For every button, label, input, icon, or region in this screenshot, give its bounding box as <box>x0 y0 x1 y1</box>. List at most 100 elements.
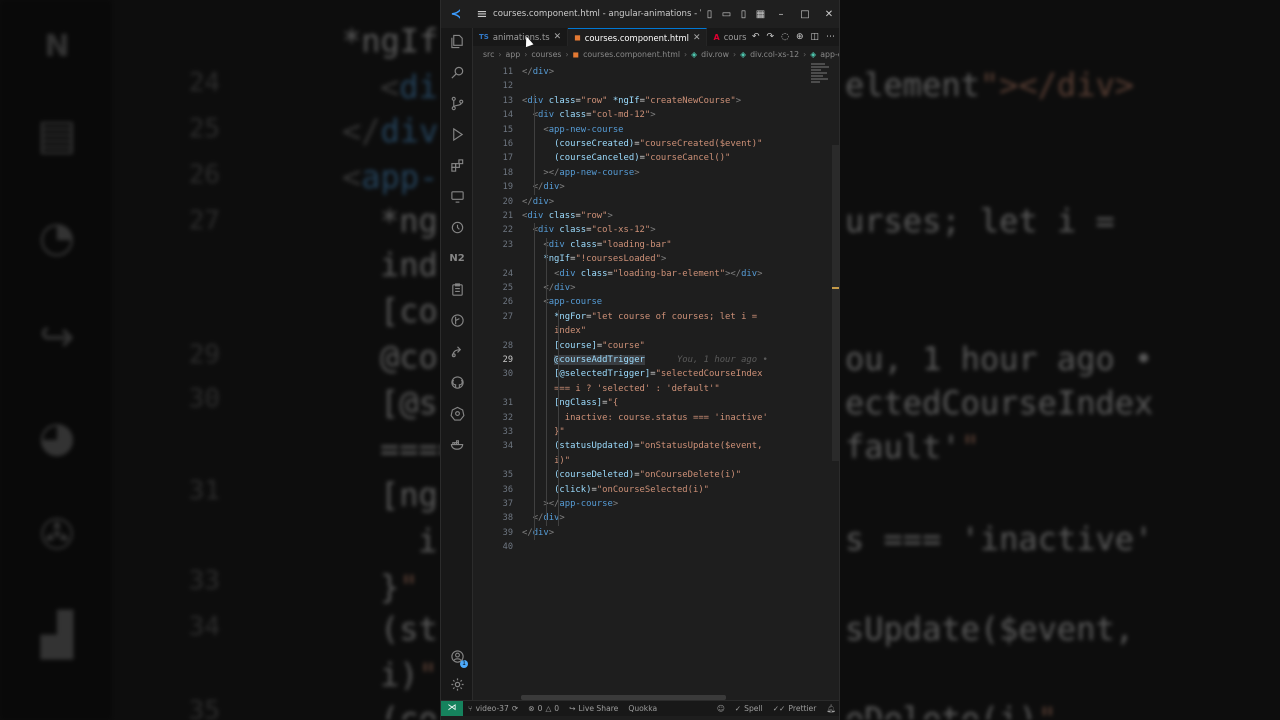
line-number <box>473 324 513 338</box>
spell-status[interactable]: ✓ Spell <box>730 704 768 713</box>
code-line[interactable]: <div class="col-xs-12"> <box>522 223 656 237</box>
live-share-status[interactable]: ↪ Live Share <box>564 704 623 713</box>
code-line[interactable]: ></app-new-course> <box>522 166 639 180</box>
element-icon: ◈ <box>691 49 698 59</box>
bg-code-fragment: fault'" <box>845 428 980 466</box>
breadcrumb-item[interactable]: app-co <box>820 50 839 59</box>
bg-code-fragment: element"></div> <box>845 66 1134 104</box>
close-tab-icon[interactable]: ✕ <box>554 32 562 42</box>
bg-kubernetes-icon: ✇ <box>39 510 75 559</box>
code-editor[interactable]: 11 </div> 12 13 <div class="row" *ngIf="crea… <box>473 62 839 692</box>
code-line[interactable]: (courseCreated)="courseCreated($event)" <box>522 137 762 151</box>
timeline-icon[interactable] <box>445 216 469 240</box>
bg-code-fragment: (st <box>380 610 438 648</box>
html-icon: ◼ <box>574 33 581 42</box>
code-line[interactable]: index" <box>522 324 586 338</box>
code-line[interactable]: (click)="onCourseSelected(i)" <box>522 483 709 497</box>
remote-indicator-icon[interactable]: ⋊ <box>441 701 463 716</box>
toggle-sidebar-icon[interactable]: ▯ <box>701 9 718 20</box>
code-line[interactable]: [course]="course" <box>522 339 645 353</box>
tab-courses-component-ts[interactable]: A cours <box>707 28 748 46</box>
bg-code-fragment: [co <box>380 292 438 330</box>
customize-layout-icon[interactable]: ▦ <box>752 9 769 20</box>
source-control-icon[interactable] <box>445 92 469 116</box>
tab-animations-ts[interactable]: TS animations.ts ✕ <box>473 28 569 46</box>
minimap[interactable] <box>811 62 831 92</box>
bell-icon: 🔔︎ <box>826 704 836 713</box>
vscode-window: ≺ ≡ courses.component.html - angular-ani… <box>440 0 840 720</box>
code-line[interactable]: <div class="col-md-12"> <box>522 108 656 122</box>
go-forward-icon[interactable]: ↷ <box>767 32 775 42</box>
breadcrumb-item[interactable]: div.col-xs-12 <box>750 50 799 59</box>
code-line[interactable]: </div> <box>522 180 565 194</box>
close-window-button[interactable]: ✕ <box>817 9 839 20</box>
nx-console-icon[interactable]: N2 <box>445 247 469 271</box>
line-number: 27 <box>502 311 513 322</box>
menu-hamburger-icon[interactable]: ≡ <box>471 7 493 22</box>
clipboard-icon[interactable] <box>445 278 469 302</box>
live-share-icon[interactable] <box>445 340 469 364</box>
error-icon: ⊗ <box>528 704 535 713</box>
open-changes-icon[interactable]: ◌ <box>781 32 789 42</box>
code-line[interactable]: </div> <box>522 195 554 209</box>
breadcrumb-item[interactable]: div.row <box>701 50 729 59</box>
search-icon[interactable] <box>445 61 469 85</box>
accounts-icon[interactable]: 1 <box>445 645 469 669</box>
notifications-status[interactable]: 🔔︎ <box>821 704 839 713</box>
code-line[interactable]: ></app-course> <box>522 497 618 511</box>
code-line[interactable]: (courseCanceled)="courseCancel()" <box>522 151 730 165</box>
spell-label: Spell <box>744 704 763 713</box>
bg-code-fragment: (co <box>380 700 438 720</box>
indent-guide <box>558 309 559 526</box>
go-back-icon[interactable]: ↶ <box>752 32 760 42</box>
git-graph-icon[interactable] <box>445 309 469 333</box>
minimize-button[interactable]: – <box>769 9 793 20</box>
explorer-icon[interactable] <box>445 30 469 54</box>
problems-status[interactable]: ⊗ 0 △ 0 <box>523 704 564 713</box>
breadcrumb-item[interactable]: courses <box>531 50 561 59</box>
code-line[interactable]: </div> <box>522 526 554 540</box>
quokka-status[interactable]: Quokka <box>623 704 662 713</box>
line-number <box>473 252 513 266</box>
code-line[interactable]: <div class="row"> <box>522 209 613 223</box>
code-line[interactable]: <app-new-course <box>522 123 623 137</box>
split-editor-icon[interactable]: ◫ <box>810 32 819 42</box>
remote-explorer-icon[interactable] <box>445 185 469 209</box>
run-debug-icon[interactable] <box>445 123 469 147</box>
extensions-icon[interactable] <box>445 154 469 178</box>
code-line[interactable]: *ngIf="!coursesLoaded"> <box>522 252 666 266</box>
close-tab-icon[interactable]: ✕ <box>693 33 701 43</box>
vertical-scrollbar[interactable] <box>832 145 839 461</box>
more-actions-icon[interactable]: ⋯ <box>826 32 835 42</box>
bg-code-fragment: [ng <box>380 476 438 514</box>
tab-label: courses.component.html <box>584 32 689 43</box>
manage-gear-icon[interactable] <box>445 673 469 697</box>
code-line[interactable]: </div> <box>522 281 575 295</box>
maximize-button[interactable]: □ <box>793 9 817 20</box>
element-icon: ◈ <box>740 49 747 59</box>
kubernetes-icon[interactable] <box>445 402 469 426</box>
toggle-panel-icon[interactable]: ▭ <box>718 9 735 20</box>
branch-status[interactable]: ⑂ video-37 ⟳ <box>463 704 523 713</box>
toggle-secondary-sidebar-icon[interactable]: ▯ <box>735 9 752 20</box>
code-line[interactable]: (courseDeleted)="onCourseDelete(i)" <box>522 468 741 482</box>
code-line[interactable]: </div> <box>522 65 554 79</box>
tab-label: cours <box>723 32 747 42</box>
compare-icon[interactable]: ⊕ <box>796 32 804 42</box>
github-icon[interactable] <box>445 371 469 395</box>
docker-icon[interactable] <box>445 433 469 457</box>
breadcrumb-item[interactable]: app <box>506 50 521 59</box>
prettier-status[interactable]: ✓✓ Prettier <box>768 704 822 713</box>
line-number: 38 <box>502 513 513 524</box>
code-line[interactable]: <div class="row" *ngIf="createNewCourse"… <box>522 94 741 108</box>
breadcrumb-item[interactable]: courses.component.html <box>583 50 680 59</box>
code-line[interactable]: === i ? 'selected' : 'default'" <box>522 382 720 396</box>
code-line[interactable]: [ngClass]="{ <box>522 396 618 410</box>
tab-courses-component-html[interactable]: ◼ courses.component.html ✕ <box>568 28 708 46</box>
line-number: 23 <box>502 239 513 250</box>
code-line[interactable]: <div class="loading-bar" <box>522 238 671 252</box>
html-icon: ◼ <box>572 49 580 59</box>
code-line[interactable]: <div class="loading-bar-element"></div> <box>522 267 762 281</box>
copilot-status[interactable]: ☺ <box>712 704 730 713</box>
breadcrumb-item[interactable]: src <box>483 50 494 59</box>
